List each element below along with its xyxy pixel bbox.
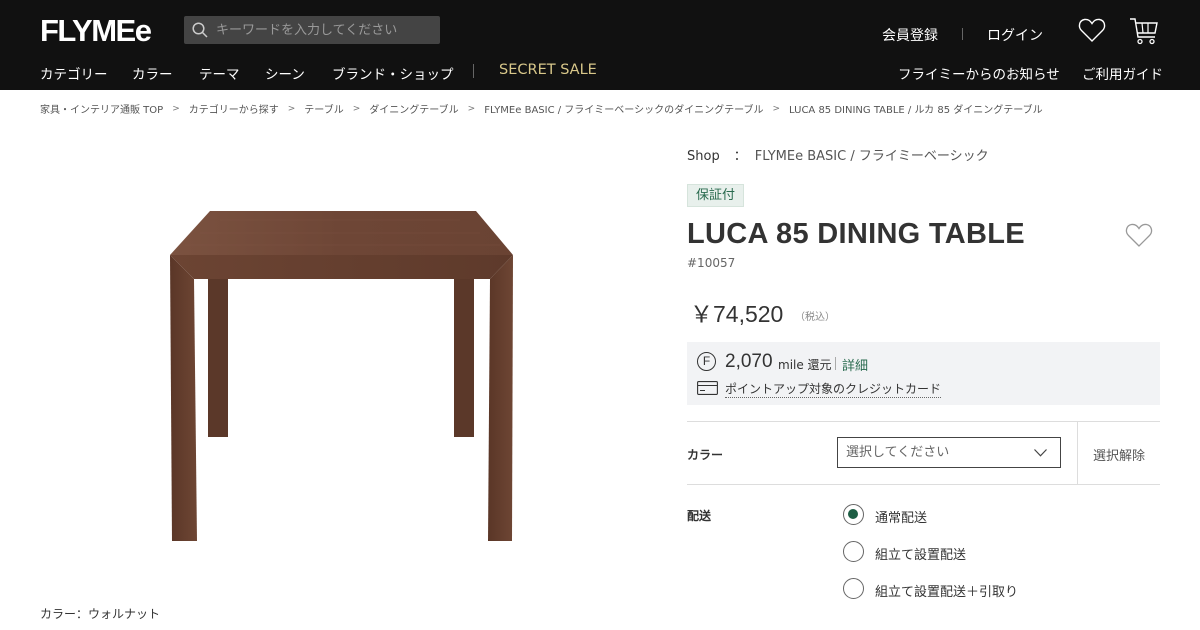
nav-brand-shop[interactable]: ブランド・ショップ <box>332 63 454 83</box>
delivery-label-assembly-pickup[interactable]: 組立て設置配送＋引取り <box>875 581 1018 600</box>
shop-name-link[interactable]: FLYMEe BASIC / フライミーベーシック <box>755 149 989 164</box>
option-divider <box>1077 422 1078 484</box>
nav-news[interactable]: フライミーからのお知らせ <box>898 63 1060 83</box>
delivery-label-standard[interactable]: 通常配送 <box>875 507 927 526</box>
heart-icon[interactable] <box>1078 17 1106 43</box>
search-input[interactable] <box>216 22 426 38</box>
product-title: LUCA 85 DINING TABLE <box>687 218 1025 250</box>
breadcrumb-item[interactable]: ダイニングテーブル <box>369 101 458 116</box>
shop-label: Shop <box>687 149 720 164</box>
color-select-value: 選択してください <box>846 445 950 460</box>
product-sku: #10057 <box>687 256 736 270</box>
nav-scene[interactable]: シーン <box>265 63 305 83</box>
divider <box>687 484 1160 485</box>
breadcrumb-separator: > <box>287 103 296 114</box>
mile-unit: mile 還元 <box>778 358 832 372</box>
shop-info: Shop ： FLYMEe BASIC / フライミーベーシック <box>687 145 989 164</box>
site-logo[interactable]: FLYMEe <box>40 13 152 49</box>
product-image[interactable] <box>160 200 530 550</box>
shop-colon: ： <box>733 149 747 164</box>
product-price: ￥74,520 <box>690 301 784 327</box>
delivery-option-label: 配送 <box>687 509 712 523</box>
delivery-radio-assembly-pickup[interactable] <box>843 578 864 599</box>
breadcrumb: 家具・インテリア通販 TOP > カテゴリーから探す > テーブル > ダイニン… <box>40 101 1043 117</box>
mile-divider <box>835 357 836 370</box>
breadcrumb-item[interactable]: FLYMEe BASIC / フライミーベーシックのダイニングテーブル <box>484 101 763 116</box>
nav-guide[interactable]: ご利用ガイド <box>1082 63 1163 83</box>
warranty-badge: 保証付 <box>687 184 745 207</box>
color-option-label: カラー <box>687 448 724 462</box>
search-icon <box>192 22 208 38</box>
breadcrumb-item[interactable]: テーブル <box>304 101 343 116</box>
clear-selection-button[interactable]: 選択解除 <box>1093 445 1145 464</box>
credit-card-link[interactable]: ポイントアップ対象のクレジットカード <box>725 380 942 398</box>
header-divider <box>962 28 963 40</box>
search-box[interactable] <box>184 16 440 44</box>
product-color-caption: カラー：ウォルナット <box>40 607 161 621</box>
divider <box>687 421 1160 422</box>
site-header: FLYMEe 会員登録 ログイン カテゴリー カラー テーマ シーン ブランド・… <box>0 0 1200 90</box>
mile-detail-link[interactable]: 詳細 <box>842 355 868 374</box>
breadcrumb-item[interactable]: カテゴリーから探す <box>189 101 279 116</box>
tax-note: （税込） <box>795 312 835 323</box>
breadcrumb-separator: > <box>772 103 781 114</box>
nav-color[interactable]: カラー <box>132 63 173 83</box>
color-select[interactable]: 選択してください <box>837 437 1061 468</box>
login-link[interactable]: ログイン <box>987 25 1043 45</box>
cart-icon[interactable] <box>1129 17 1159 45</box>
delivery-radio-standard[interactable] <box>843 504 864 525</box>
favorite-heart-icon[interactable] <box>1125 222 1153 248</box>
credit-card-icon <box>697 381 718 395</box>
nav-category[interactable]: カテゴリー <box>40 63 108 83</box>
mile-amount: 2,070 <box>725 351 773 372</box>
register-link[interactable]: 会員登録 <box>882 25 938 45</box>
nav-secret-sale[interactable]: SECRET SALE <box>499 62 597 78</box>
breadcrumb-separator: > <box>467 103 476 114</box>
chevron-down-icon <box>1034 449 1047 457</box>
breadcrumb-separator: > <box>352 103 361 114</box>
flymee-mile-icon: F <box>697 352 716 371</box>
delivery-label-assembly[interactable]: 組立て設置配送 <box>875 544 966 563</box>
nav-theme[interactable]: テーマ <box>199 63 240 83</box>
delivery-radio-assembly[interactable] <box>843 541 864 562</box>
nav-divider <box>473 64 474 78</box>
breadcrumb-current: LUCA 85 DINING TABLE / ルカ 85 ダイニングテーブル <box>789 105 1043 116</box>
breadcrumb-item[interactable]: 家具・インテリア通販 TOP <box>40 101 163 116</box>
breadcrumb-separator: > <box>172 103 180 114</box>
mile-reward-box: F 2,070 mile 還元 詳細 ポイントアップ対象のクレジットカード <box>687 342 1160 405</box>
